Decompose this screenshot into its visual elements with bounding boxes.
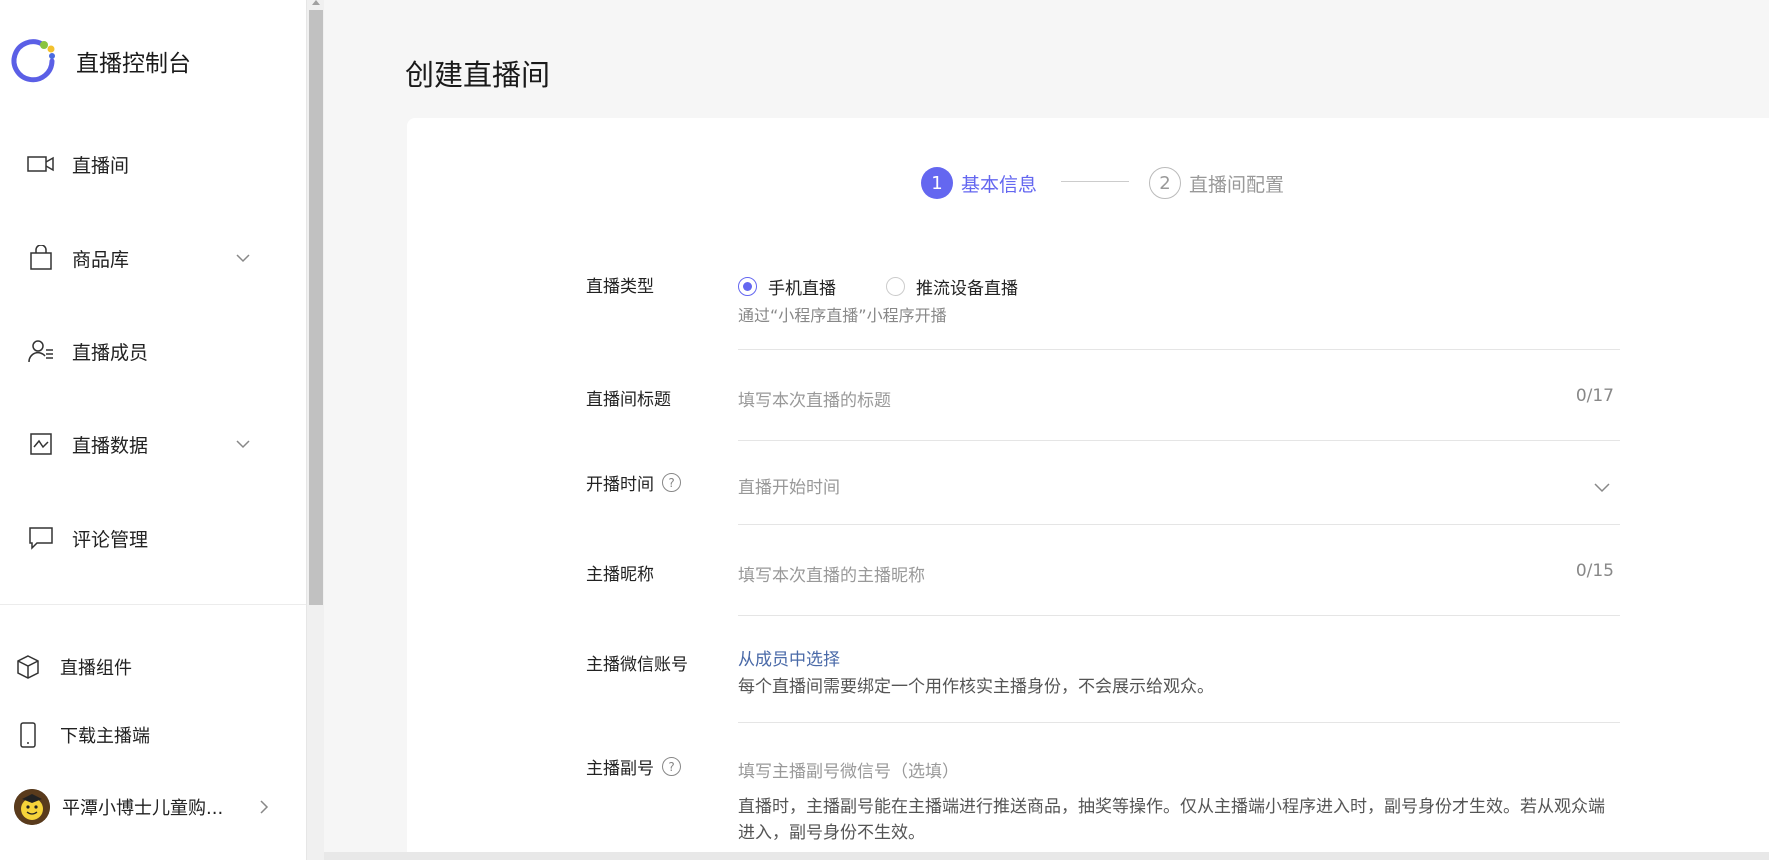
start-time-placeholder: 直播开始时间 [738,478,840,498]
video-camera-icon [27,150,55,178]
radio-stream-device-live[interactable]: 推流设备直播 [886,274,1018,299]
sub-anchor-hint-line2: 进入，副号身份不生效。 [738,823,925,843]
step-room-config: 2 直播间配置 [1149,167,1284,199]
chart-icon [27,430,55,458]
scroll-thumb[interactable] [309,10,323,605]
sub-anchor-hint-line1: 直播时，主播副号能在主播端进行推送商品，抽奖等操作。仅从主播端小程序进入时，副号… [738,797,1605,817]
step-label: 基本信息 [961,173,1038,196]
sidebar-item-label: 直播成员 [72,341,149,364]
comment-icon [27,524,55,552]
anchor-wechat-hint: 每个直播间需要绑定一个用作核实主播身份，不会展示给观众。 [738,677,1214,697]
sidebar-item-label: 评论管理 [72,528,149,551]
sidebar-item-label: 直播数据 [72,434,149,457]
room-title-placeholder: 填写本次直播的标题 [738,391,891,411]
sidebar-item-live-components[interactable]: 直播组件 [0,645,306,689]
anchor-wechat-field: 从成员中选择 每个直播间需要绑定一个用作核实主播身份，不会展示给观众。 [738,645,1620,700]
step-label: 直播间配置 [1189,173,1285,196]
horizontal-scrollbar[interactable] [324,852,1769,860]
sidebar-scrollbar[interactable] [306,0,324,860]
logo-icon [11,39,55,83]
chevron-down-icon [236,440,250,449]
live-type-radio-group: 手机直播 推流设备直播 [738,274,1068,299]
room-title-counter: 0/17 [1575,386,1614,406]
step-number: 2 [1149,167,1181,199]
select-from-members-link[interactable]: 从成员中选择 [738,645,1620,670]
scroll-up-arrow-icon[interactable] [312,0,320,5]
radio-label: 推流设备直播 [916,279,1018,299]
start-time-label: 开播时间 ? [586,470,681,495]
sidebar-item-label: 下载主播端 [60,726,150,747]
room-title-input[interactable]: 填写本次直播的标题 0/17 [738,386,1620,416]
step-number: 1 [921,167,953,199]
anchor-nickname-counter: 0/15 [1575,561,1614,581]
avatar [14,789,50,825]
sub-anchor-input[interactable]: 填写主播副号微信号（选填） [738,757,1620,782]
account-name: 平潭小博士儿童购... [62,798,224,819]
field-divider [738,440,1620,441]
sub-anchor-label-text: 主播副号 [586,759,654,779]
sidebar-item-download-anchor[interactable]: 下载主播端 [0,713,306,757]
sub-anchor-label: 主播副号 ? [586,754,681,779]
field-divider [738,615,1620,616]
start-time-label-text: 开播时间 [586,475,654,495]
anchor-wechat-label: 主播微信账号 [586,655,688,675]
room-title-label: 直播间标题 [586,390,671,410]
field-divider [738,524,1620,525]
sidebar-item-live-room[interactable]: 直播间 [0,134,306,194]
chevron-down-icon [236,254,250,263]
sidebar-item-live-data[interactable]: 直播数据 [0,414,306,474]
radio-selected-icon [738,277,757,296]
step-basic-info: 1 基本信息 [921,167,1037,199]
field-divider [738,722,1620,723]
page-title: 创建直播间 [405,58,551,92]
help-icon[interactable]: ? [662,757,681,776]
sidebar: 直播控制台 直播间 商品库 直播成员 直播数据 评论管理 直播组件 下载主播端 … [0,0,306,860]
cube-icon [14,653,42,681]
sidebar-divider [0,604,306,605]
field-divider [738,349,1620,350]
sidebar-item-live-members[interactable]: 直播成员 [0,321,306,381]
sidebar-item-label: 直播间 [72,154,130,177]
step-connector [1061,181,1129,182]
help-icon[interactable]: ? [662,473,681,492]
anchor-nickname-placeholder: 填写本次直播的主播昵称 [738,566,925,586]
account-switcher[interactable]: 平潭小博士儿童购... [0,785,306,829]
radio-unselected-icon [886,277,905,296]
app-title: 直播控制台 [76,51,191,77]
live-type-label: 直播类型 [586,277,654,297]
sidebar-item-product-library[interactable]: 商品库 [0,228,306,288]
chevron-down-icon [1594,483,1610,493]
sidebar-item-label: 商品库 [72,248,130,271]
live-type-hint: 通过“小程序直播”小程序开播 [738,306,947,325]
sidebar-item-label: 直播组件 [60,658,132,679]
member-icon [27,337,55,365]
sub-anchor-field: 填写主播副号微信号（选填） 直播时，主播副号能在主播端进行推送商品，抽奖等操作。… [738,757,1620,846]
phone-icon [14,721,42,749]
radio-mobile-live[interactable]: 手机直播 [738,274,836,299]
radio-label: 手机直播 [768,279,836,299]
anchor-nickname-label: 主播昵称 [586,565,654,585]
anchor-nickname-input[interactable]: 填写本次直播的主播昵称 0/15 [738,561,1620,591]
sidebar-item-comment-management[interactable]: 评论管理 [0,508,306,568]
start-time-select[interactable]: 直播开始时间 [738,473,1620,503]
chevron-right-icon [260,800,269,814]
shopping-bag-icon [27,244,55,272]
